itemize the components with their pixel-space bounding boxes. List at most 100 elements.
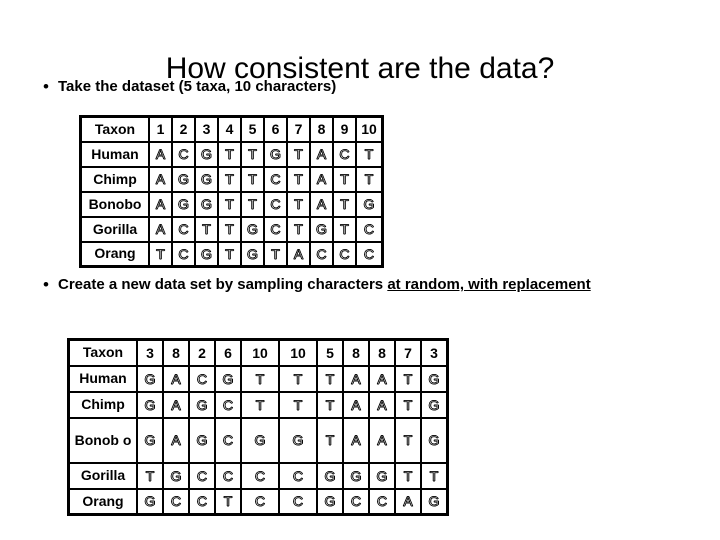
base-cell: C bbox=[240, 461, 280, 490]
base-cell: G bbox=[355, 190, 384, 218]
base-cell: A bbox=[286, 240, 311, 268]
column-header: 3 bbox=[136, 338, 164, 367]
base-cell: G bbox=[136, 416, 164, 464]
resampled-dataset-table: Taxon 3 8 2 6 10 10 5 8 8 7 3 Human G A … bbox=[67, 338, 449, 516]
column-header: 10 bbox=[278, 338, 318, 367]
base-cell: C bbox=[171, 140, 196, 168]
base-cell: G bbox=[188, 416, 216, 464]
base-cell: C bbox=[171, 215, 196, 243]
bullet-1-text: Take the dataset (5 taxa, 10 characters) bbox=[58, 78, 337, 95]
base-cell: T bbox=[240, 140, 265, 168]
taxon-label: Orang bbox=[79, 240, 150, 268]
base-cell: C bbox=[309, 240, 334, 268]
base-cell: T bbox=[214, 487, 242, 516]
base-cell: C bbox=[278, 487, 318, 516]
base-cell: G bbox=[420, 364, 449, 393]
table-row: Orang T C G T G T A C C C bbox=[79, 240, 384, 268]
base-cell: A bbox=[342, 364, 370, 393]
column-header: 4 bbox=[217, 115, 242, 143]
base-cell: G bbox=[309, 215, 334, 243]
base-cell: T bbox=[355, 165, 384, 193]
base-cell: T bbox=[394, 390, 422, 419]
base-cell: C bbox=[240, 487, 280, 516]
base-cell: G bbox=[240, 215, 265, 243]
base-cell: T bbox=[332, 190, 357, 218]
base-cell: C bbox=[355, 215, 384, 243]
base-cell: A bbox=[148, 165, 173, 193]
column-header: 5 bbox=[316, 338, 344, 367]
base-cell: T bbox=[286, 140, 311, 168]
base-cell: T bbox=[217, 165, 242, 193]
base-cell: C bbox=[342, 487, 370, 516]
column-header: 2 bbox=[171, 115, 196, 143]
base-cell: T bbox=[332, 165, 357, 193]
base-cell: T bbox=[240, 165, 265, 193]
base-cell: T bbox=[240, 190, 265, 218]
base-cell: A bbox=[148, 140, 173, 168]
base-cell: T bbox=[217, 240, 242, 268]
base-cell: T bbox=[316, 364, 344, 393]
base-cell: G bbox=[420, 487, 449, 516]
table-row: Orang G C C T C C G C C A G bbox=[67, 487, 449, 516]
base-cell: C bbox=[162, 487, 190, 516]
base-cell: C bbox=[368, 487, 396, 516]
taxon-label: Bonobo bbox=[79, 190, 150, 218]
base-cell: G bbox=[240, 240, 265, 268]
base-cell: C bbox=[214, 416, 242, 464]
base-cell: A bbox=[394, 487, 422, 516]
column-header: 8 bbox=[368, 338, 396, 367]
taxon-label: Human bbox=[67, 364, 138, 393]
base-cell: G bbox=[136, 390, 164, 419]
base-cell: T bbox=[286, 215, 311, 243]
base-cell: T bbox=[286, 165, 311, 193]
base-cell: G bbox=[278, 416, 318, 464]
bullet-marker-icon: • bbox=[43, 77, 49, 96]
taxon-label: Gorilla bbox=[79, 215, 150, 243]
base-cell: G bbox=[368, 461, 396, 490]
base-cell: G bbox=[136, 364, 164, 393]
base-cell: T bbox=[136, 461, 164, 490]
base-cell: T bbox=[332, 215, 357, 243]
column-header: 7 bbox=[394, 338, 422, 367]
table-row: Gorilla A C T T G C T G T C bbox=[79, 215, 384, 243]
base-cell: T bbox=[278, 390, 318, 419]
taxon-label: Orang bbox=[67, 487, 138, 516]
base-cell: C bbox=[214, 390, 242, 419]
table-row: Chimp G A G C T T T A A T G bbox=[67, 390, 449, 419]
taxon-label: Bonob o bbox=[67, 416, 138, 464]
base-cell: G bbox=[316, 487, 344, 516]
base-cell: T bbox=[394, 416, 422, 464]
column-header: 2 bbox=[188, 338, 216, 367]
base-cell: T bbox=[355, 140, 384, 168]
base-cell: A bbox=[309, 140, 334, 168]
bullet-marker-icon: • bbox=[43, 275, 49, 294]
base-cell: G bbox=[171, 165, 196, 193]
base-cell: A bbox=[342, 390, 370, 419]
taxon-label: Gorilla bbox=[67, 461, 138, 490]
base-cell: A bbox=[309, 190, 334, 218]
table-row: Bonobo A G G T T C T A T G bbox=[79, 190, 384, 218]
base-cell: G bbox=[263, 140, 288, 168]
column-header: 8 bbox=[342, 338, 370, 367]
base-cell: G bbox=[194, 140, 219, 168]
base-cell: T bbox=[217, 215, 242, 243]
base-cell: T bbox=[217, 140, 242, 168]
taxon-label: Chimp bbox=[67, 390, 138, 419]
base-cell: C bbox=[278, 461, 318, 490]
table-row: Bonob o G A G C G G T A A T G bbox=[67, 416, 449, 464]
base-cell: T bbox=[217, 190, 242, 218]
base-cell: G bbox=[420, 390, 449, 419]
base-cell: G bbox=[342, 461, 370, 490]
base-cell: G bbox=[194, 165, 219, 193]
base-cell: T bbox=[278, 364, 318, 393]
base-cell: A bbox=[162, 364, 190, 393]
base-cell: A bbox=[309, 165, 334, 193]
base-cell: A bbox=[162, 416, 190, 464]
table-row: Human A C G T T G T A C T bbox=[79, 140, 384, 168]
bullet-2-plain: Create a new data set by sampling charac… bbox=[58, 276, 388, 293]
base-cell: C bbox=[188, 461, 216, 490]
original-dataset-table: Taxon 1 2 3 4 5 6 7 8 9 10 Human A C G T… bbox=[79, 115, 384, 268]
table-header-row: Taxon 3 8 2 6 10 10 5 8 8 7 3 bbox=[67, 338, 449, 367]
bullet-item-2: • Create a new data set by sampling char… bbox=[34, 274, 694, 296]
base-cell: C bbox=[355, 240, 384, 268]
